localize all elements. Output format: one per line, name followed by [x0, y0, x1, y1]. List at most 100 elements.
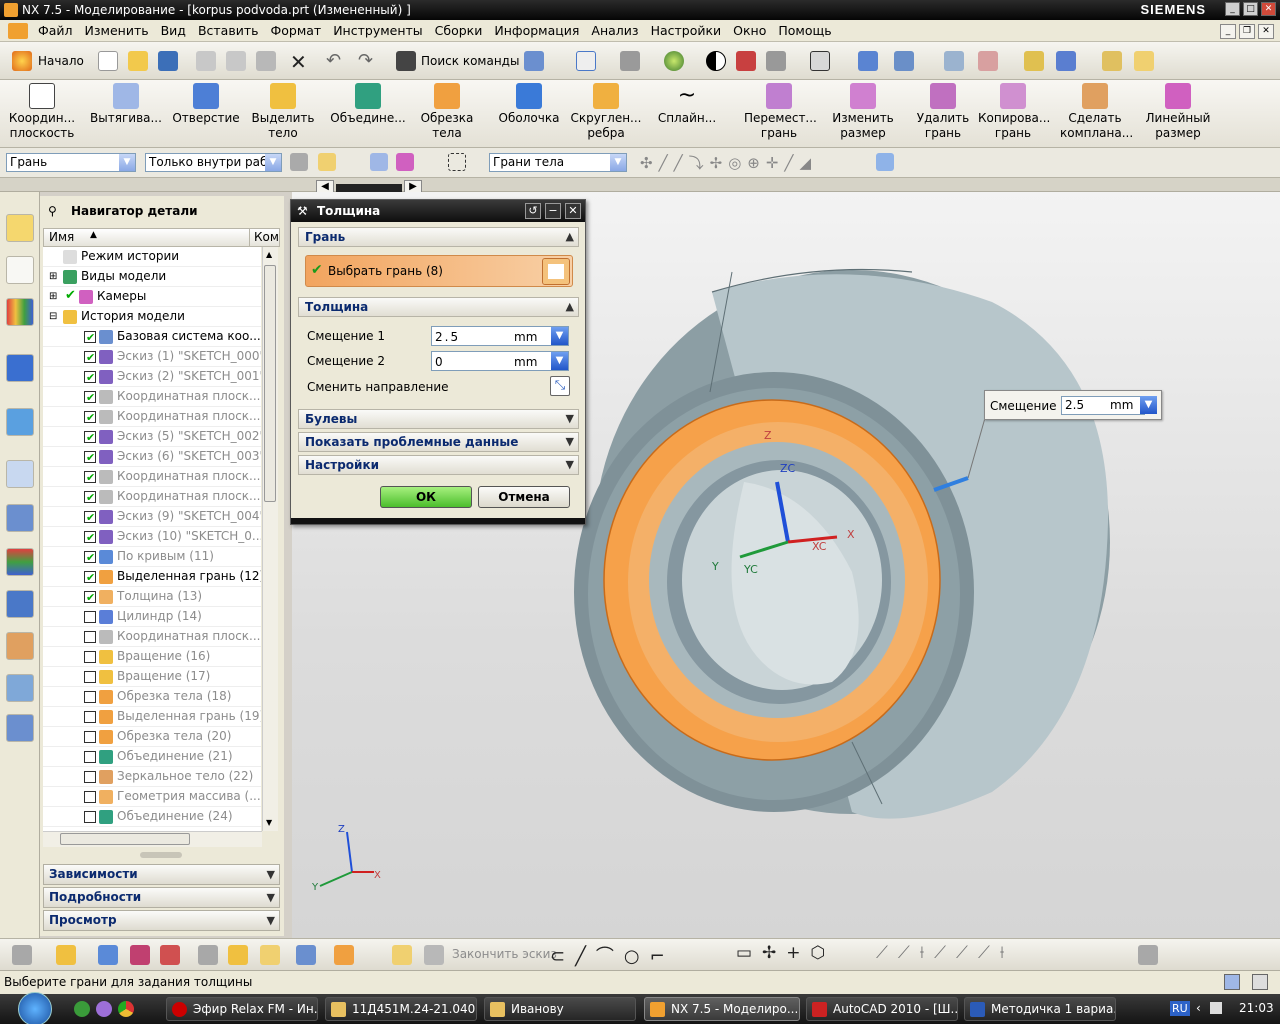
tree-row[interactable]: Базовая система коо... [43, 327, 261, 347]
wave-icon[interactable] [198, 945, 218, 965]
palette-icon[interactable] [6, 714, 34, 742]
tree-row[interactable]: Геометрия массива (... [43, 787, 261, 807]
tree-row[interactable]: Эскиз (10) "SKETCH_0... [43, 527, 261, 547]
reverse-direction-icon[interactable]: ⤡ [550, 376, 570, 396]
filter-settings-icon[interactable] [290, 153, 308, 171]
tree-row[interactable]: Объединение (21) [43, 747, 261, 767]
sketch-tool-icons[interactable]: ▭✢+⬡ [736, 943, 835, 963]
analysis-icon[interactable] [1024, 51, 1044, 71]
suppress-checkbox[interactable] [84, 568, 96, 587]
maximize-icon[interactable]: □ [1243, 2, 1258, 16]
boolean-section-header[interactable]: Булевы ▼ [298, 409, 579, 429]
cube-view-icon[interactable] [876, 153, 894, 171]
suppress-checkbox[interactable] [84, 711, 96, 723]
suppress-checkbox[interactable] [84, 468, 96, 487]
globe-icon[interactable] [664, 51, 684, 71]
tree-row[interactable]: ⊞ ✔ Камеры [43, 287, 261, 307]
suppress-checkbox[interactable] [84, 448, 96, 467]
dialog-close-icon[interactable]: ✕ [565, 203, 581, 219]
suppress-checkbox[interactable] [84, 388, 96, 407]
make-coplanar-button[interactable]: Сделать компланa... [1060, 83, 1133, 141]
tree-row[interactable]: Эскиз (6) "SKETCH_003" [43, 447, 261, 467]
column-name-header[interactable]: Имя [49, 230, 74, 244]
tree-row[interactable]: Объединение (24) [43, 807, 261, 827]
status-options-icon[interactable] [1252, 974, 1268, 990]
thickness-section-header[interactable]: Толщина ▲ [298, 297, 579, 317]
problem-data-section-header[interactable]: Показать проблемные данные ▼ [298, 432, 579, 452]
suppress-checkbox[interactable] [84, 731, 96, 743]
tree-row[interactable]: Режим истории [43, 247, 261, 267]
menu-insert[interactable]: Вставить [192, 23, 265, 38]
cancel-button[interactable]: Отмена [478, 486, 570, 508]
skype-like-icon[interactable] [96, 1001, 112, 1017]
menu-help[interactable]: Помощь [772, 23, 837, 38]
tree-row[interactable]: Координатная плоск... [43, 627, 261, 647]
suppress-checkbox[interactable] [84, 488, 96, 507]
scroll-down-icon[interactable]: ▼ [266, 818, 272, 827]
tab-strip[interactable] [336, 184, 402, 192]
tree-row[interactable]: ⊟ История модели [43, 307, 261, 327]
suppress-checkbox[interactable] [84, 791, 96, 803]
new-file-icon[interactable] [98, 51, 118, 71]
chrome-icon[interactable] [118, 1001, 134, 1017]
panel-resize-bar[interactable] [0, 178, 1280, 192]
language-indicator[interactable]: RU [1170, 1001, 1190, 1016]
start-orb-icon[interactable] [18, 992, 52, 1024]
tree-row[interactable]: По кривым (11) [43, 547, 261, 567]
details-section[interactable]: Подробности ▼ [43, 887, 280, 908]
history-icon[interactable] [6, 460, 34, 488]
taskbar-item-word[interactable]: Методичка 1 вариа... [964, 997, 1116, 1021]
tree-row[interactable]: Зеркальное тело (22) [43, 767, 261, 787]
binoculars-icon[interactable] [396, 51, 416, 71]
scenery-icon[interactable] [6, 674, 34, 702]
explode-icon[interactable] [260, 945, 280, 965]
menu-format[interactable]: Формат [264, 23, 327, 38]
grey-cube-icon[interactable] [766, 51, 786, 71]
trim-body-button[interactable]: Обрезка тела [414, 83, 480, 141]
face-select-icon[interactable] [542, 258, 570, 285]
offset1-input[interactable]: 2.5 mm ▼ [431, 326, 569, 346]
fit-view-icon[interactable] [576, 51, 596, 71]
visualization-icon[interactable] [6, 548, 34, 576]
taskbar-item-autocad[interactable]: AutoCAD 2010 - [Ш... [806, 997, 958, 1021]
snap-point-icon[interactable] [318, 153, 336, 171]
suppress-checkbox[interactable] [84, 671, 96, 683]
suppress-checkbox[interactable] [84, 428, 96, 447]
move-component-icon[interactable] [98, 945, 118, 965]
tree-row[interactable]: Цилиндр (14) [43, 607, 261, 627]
chevron-down-icon[interactable]: ▼ [551, 327, 568, 345]
tree-row[interactable]: Вращение (17) [43, 667, 261, 687]
mdi-close-icon[interactable]: ✕ [1258, 24, 1274, 39]
move-face-button[interactable]: Перемест... грань [744, 83, 817, 141]
suppress-checkbox[interactable] [84, 548, 96, 567]
tree-row[interactable]: Эскиз (5) "SKETCH_002" [43, 427, 261, 447]
extract-body-button[interactable]: Выделить тело [250, 83, 316, 141]
suppress-checkbox[interactable] [84, 348, 96, 367]
suppress-checkbox[interactable] [84, 751, 96, 763]
mate-icon[interactable] [130, 945, 150, 965]
sketch-curve-icons[interactable]: ⊂╱⌒○⌐ [550, 942, 675, 968]
chevron-down-icon[interactable]: ▼ [551, 352, 568, 370]
selection-icon[interactable] [1056, 51, 1076, 71]
spline-button[interactable]: ~ Сплайн... [656, 83, 718, 126]
add-component-icon[interactable] [56, 945, 76, 965]
tree-row[interactable]: ⊞ Виды модели [43, 267, 261, 287]
ok-button[interactable]: ОК [380, 486, 472, 508]
undo-icon[interactable]: ↶ [326, 50, 341, 71]
taskbar-item-folder[interactable]: 11Д451М.24-21.040 ... [325, 997, 477, 1021]
collapse-icon[interactable]: − [545, 203, 561, 219]
offset2-input[interactable]: 0 mm ▼ [431, 351, 569, 371]
pin-icon[interactable]: ⚲ [48, 204, 57, 218]
shell-button[interactable]: Оболочка [496, 83, 562, 126]
tray-network-icon[interactable] [1210, 1002, 1222, 1014]
menu-analysis[interactable]: Анализ [585, 23, 644, 38]
menu-file[interactable]: Файл [32, 23, 79, 38]
copy-icon[interactable] [226, 51, 246, 71]
minimize-icon[interactable]: _ [1225, 2, 1240, 16]
expand-toggle-icon[interactable]: ⊞ [49, 287, 57, 306]
expand-toggle-icon[interactable]: ⊞ [49, 267, 57, 286]
constraint-icon[interactable] [160, 945, 180, 965]
tree-row[interactable]: Эскиз (2) "SKETCH_001" [43, 367, 261, 387]
mdi-restore-icon[interactable]: ❐ [1239, 24, 1255, 39]
suppress-checkbox[interactable] [84, 528, 96, 547]
